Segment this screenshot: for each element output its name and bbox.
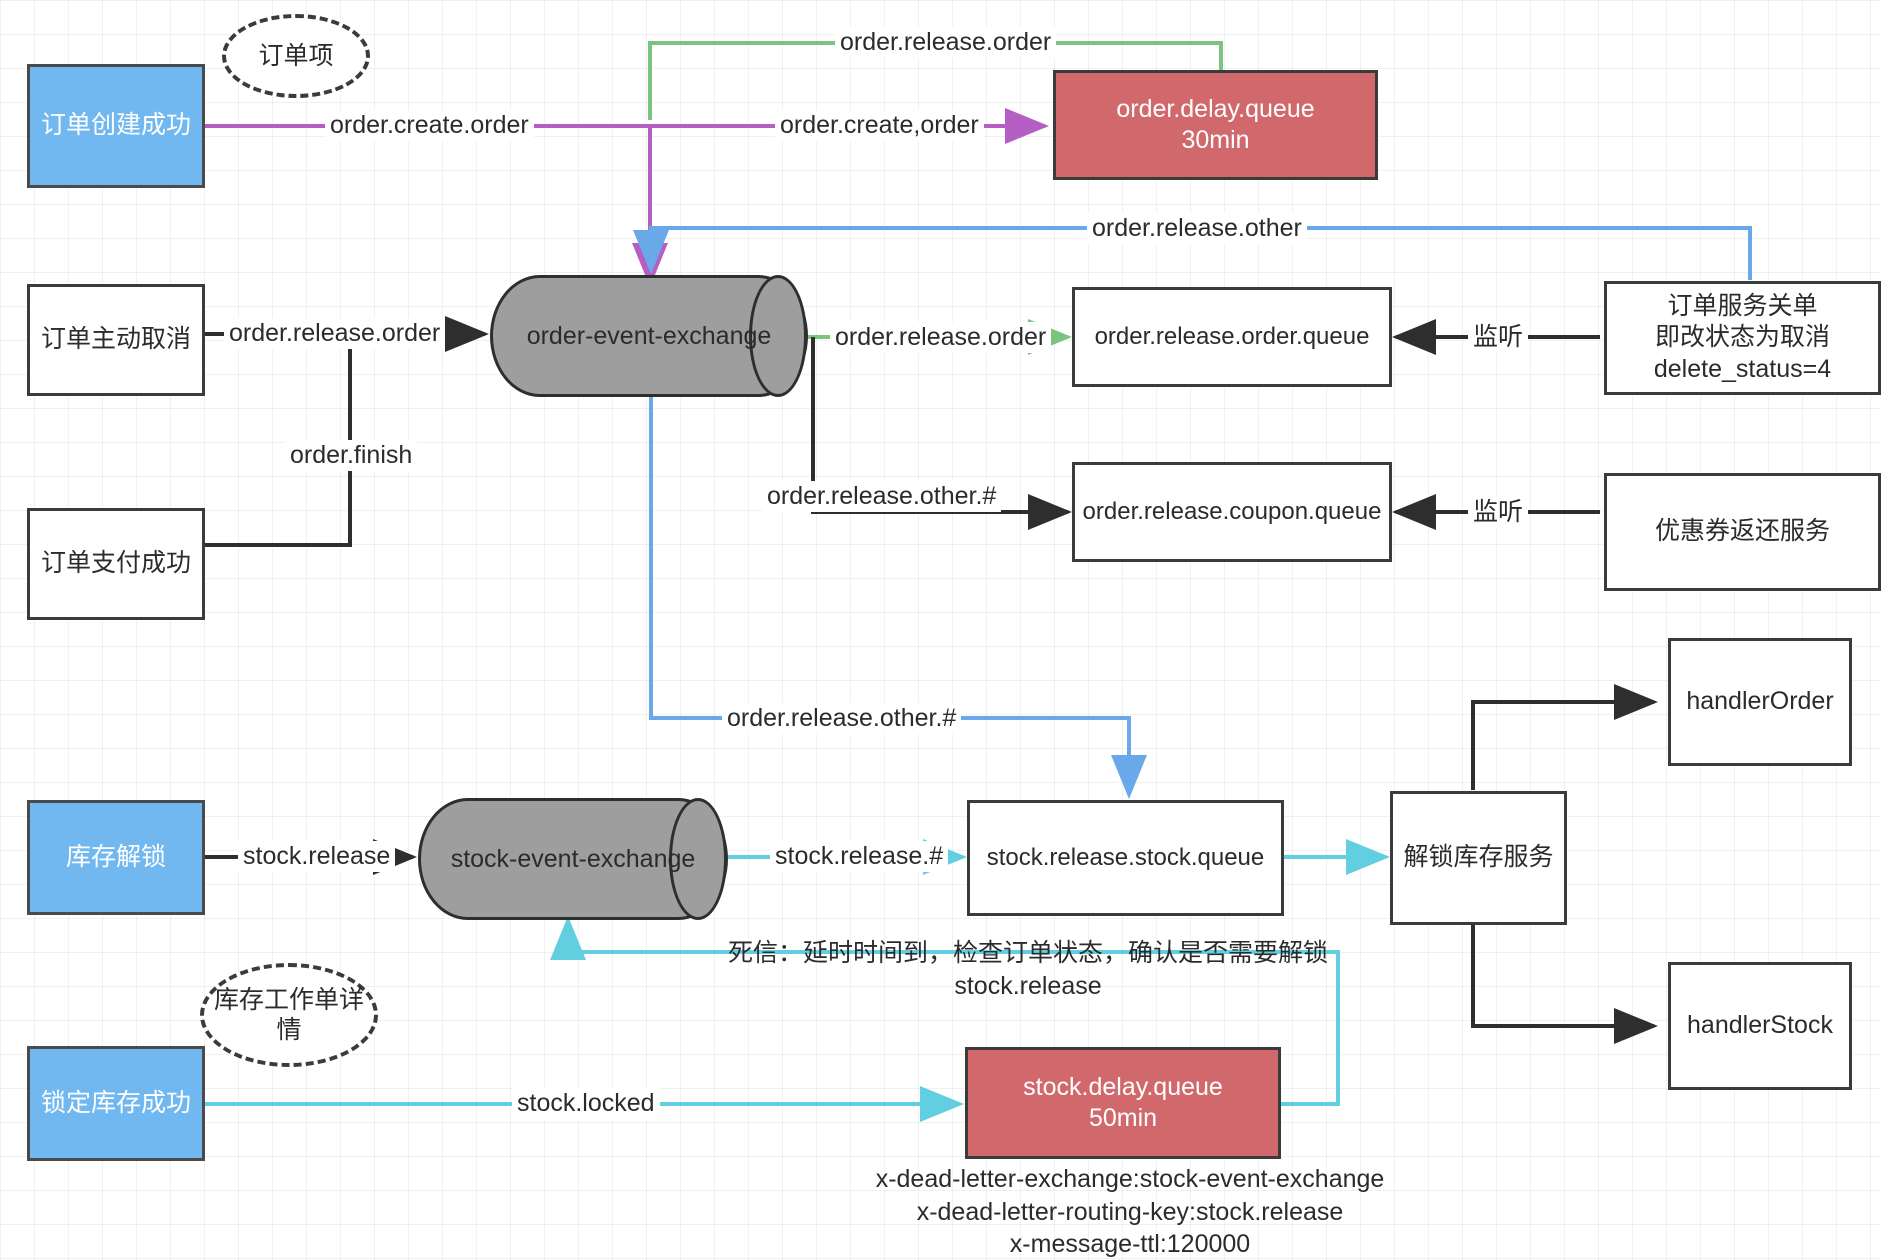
edge-label-stock-release-hash: stock.release.# [770, 841, 949, 873]
wire-unlock-service-to-handler-stock [1471, 924, 1658, 1044]
edge-label-order-release-other: order.release.other [1087, 213, 1307, 245]
node-label: 库存解锁 [65, 842, 166, 871]
node-label: handlerOrder [1686, 687, 1834, 716]
node-order-release-order-queue[interactable]: order.release.order.queue [1072, 287, 1392, 387]
node-order-event-exchange[interactable]: order-event-exchange [490, 275, 808, 397]
node-order-cancel[interactable]: 订单主动取消 [27, 284, 205, 396]
edge-label-order-release-other-hash-2: order.release.other.# [722, 703, 962, 735]
note-label: 订单项 [258, 42, 334, 70]
node-order-pay-success[interactable]: 订单支付成功 [27, 508, 205, 620]
node-label: order.release.order.queue [1094, 323, 1370, 350]
node-label: 锁定库存成功 [40, 1088, 191, 1117]
wire-order-create-to-exchange [205, 124, 668, 287]
edge-label-order-release-other-hash-1: order.release.other.# [762, 481, 1002, 513]
node-label: 订单创建成功 [40, 111, 191, 140]
node-order-close-service[interactable]: 订单服务关单 即改状态为取消 delete_status=4 [1604, 281, 1881, 395]
node-stock-locked-success[interactable]: 锁定库存成功 [27, 1046, 205, 1161]
node-coupon-return-service[interactable]: 优惠券返还服务 [1604, 473, 1881, 591]
node-order-delay-queue[interactable]: order.delay.queue 30min [1053, 70, 1378, 180]
node-handler-stock[interactable]: handlerStock [1668, 962, 1852, 1090]
node-label: stock.release.stock.queue [986, 844, 1265, 871]
wire-exchange-to-stock-release-queue [649, 395, 1147, 799]
node-label: 订单支付成功 [40, 549, 191, 578]
edge-label-order-create-order-right: order.create,order [775, 110, 984, 142]
node-handler-order[interactable]: handlerOrder [1668, 638, 1852, 766]
node-label: 优惠券返还服务 [1654, 517, 1830, 546]
edge-label-order-release-order-left: order.release.order [224, 318, 446, 350]
note-order-item: 订单项 [222, 14, 370, 98]
edge-label-order-finish: order.finish [285, 440, 418, 472]
node-order-release-coupon-queue[interactable]: order.release.coupon.queue [1072, 462, 1392, 562]
edge-label-order-release-order-top: order.release.order [835, 27, 1057, 59]
note-dead-letter-config: x-dead-letter-exchange:stock-event-excha… [875, 1165, 1385, 1258]
node-label: 订单服务关单 即改状态为取消 delete_status=4 [1653, 292, 1832, 383]
node-label: stock-event-exchange [450, 844, 696, 873]
node-stock-unlock[interactable]: 库存解锁 [27, 800, 205, 915]
edge-label-listen-coupon: 监听 [1468, 497, 1529, 529]
edge-label-order-create-order-left: order.create.order [325, 110, 534, 142]
edge-label-stock-locked: stock.locked [512, 1088, 660, 1120]
edge-label-listen-order: 监听 [1468, 322, 1529, 354]
node-label: 订单主动取消 [40, 325, 191, 354]
node-label: order.delay.queue 30min [1116, 94, 1315, 154]
node-label: handlerStock [1687, 1011, 1833, 1040]
node-label: stock.delay.queue 50min [1023, 1072, 1223, 1132]
note-label: 库存工作单详情 [213, 986, 364, 1044]
node-stock-release-stock-queue[interactable]: stock.release.stock.queue [967, 800, 1284, 916]
edge-label-order-release-order-to-queue: order.release.order [830, 322, 1052, 354]
node-label: 解锁库存服务 [1403, 843, 1554, 872]
node-label: order-event-exchange [526, 321, 772, 350]
node-stock-delay-queue[interactable]: stock.delay.queue 50min [965, 1047, 1281, 1159]
node-unlock-stock-service[interactable]: 解锁库存服务 [1390, 791, 1567, 925]
note-dead-letter: 死信：延时时间到，检查订单状态，确认是否需要解锁 stock.release [728, 939, 1329, 1000]
connector-layer [205, 41, 1752, 1122]
note-stock-work-order: 库存工作单详情 [200, 963, 378, 1067]
diagram-canvas: 订单创建成功 订单项 订单主动取消 订单支付成功 order-event-exc… [0, 0, 1881, 1260]
node-order-create-success[interactable]: 订单创建成功 [27, 64, 205, 188]
wire-unlock-service-to-handler-order [1471, 684, 1658, 790]
edge-label-stock-release: stock.release [238, 841, 396, 873]
node-stock-event-exchange[interactable]: stock-event-exchange [418, 798, 728, 920]
node-label: order.release.coupon.queue [1082, 498, 1382, 525]
